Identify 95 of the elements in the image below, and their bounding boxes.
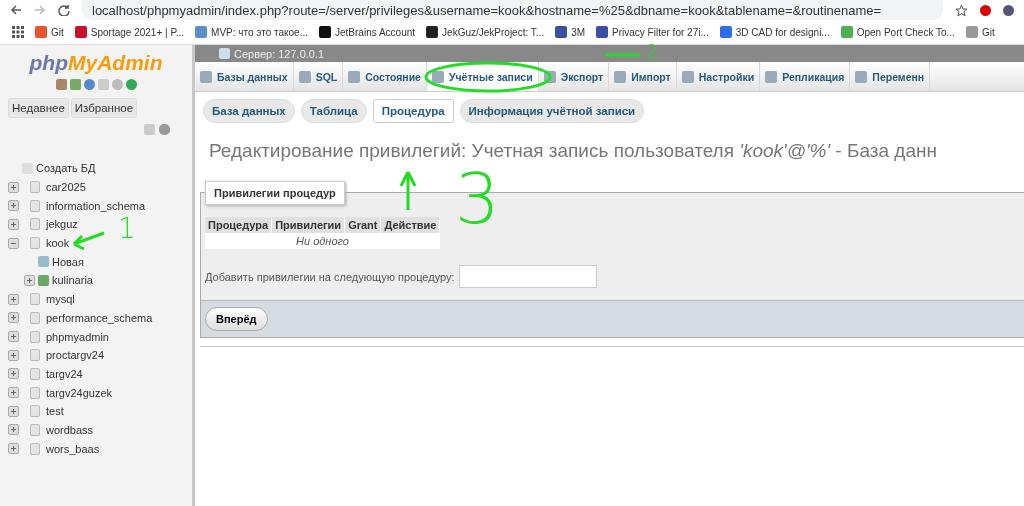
table-cell: Ни одного [205, 233, 440, 249]
subtab[interactable]: Информация учётной записи [459, 99, 645, 123]
database-icon [30, 349, 40, 362]
tab[interactable]: Импорт [609, 62, 677, 91]
tab-icon [298, 70, 311, 83]
tab[interactable]: Состояние [343, 62, 427, 91]
annotation-digit: 1 [118, 212, 136, 245]
expand-icon[interactable] [8, 181, 19, 193]
tab[interactable]: Переменн [850, 62, 931, 91]
expand-icon[interactable] [8, 405, 19, 417]
nav-button[interactable]: Избранное [70, 98, 138, 118]
bookmark[interactable]: Git [35, 26, 64, 38]
tab-icon [765, 70, 778, 83]
expand-icon[interactable] [8, 349, 19, 361]
bookmark[interactable]: JekGuz/JekProject: T... [426, 26, 545, 38]
bookmark[interactable]: Git [965, 26, 995, 38]
bookmark[interactable]: 3D CAD for designi... [719, 26, 830, 38]
tree-item[interactable]: performance_schema [46, 311, 153, 324]
database-icon [30, 442, 40, 455]
database-icon [30, 330, 40, 343]
bookmark[interactable]: MVP: что это такое... [195, 26, 309, 38]
annotation-digit: 2 [646, 40, 659, 62]
expand-icon[interactable] [8, 387, 19, 399]
column-header: Действие [381, 217, 440, 233]
logo: phpMyAdmin [28, 51, 164, 75]
expand-icon[interactable] [24, 274, 35, 286]
tree-item[interactable]: wordbass [46, 423, 94, 436]
bookmark[interactable]: Privacy Filter for 27i... [596, 26, 709, 38]
subtab[interactable]: База данных [203, 99, 295, 123]
column-header: Grant [344, 217, 381, 233]
star-icon[interactable] [955, 3, 968, 17]
expand-icon[interactable] [8, 368, 19, 380]
collapse-icon[interactable] [8, 237, 19, 249]
tree-item[interactable]: targv24guzek [46, 386, 113, 399]
column-header: Процедура [205, 217, 272, 233]
expand-icon[interactable] [8, 424, 19, 436]
tree-item[interactable]: information_schema [46, 199, 146, 212]
tree-item[interactable]: car2025 [46, 181, 86, 194]
expand-icon[interactable] [8, 443, 19, 455]
annotation-arrow [399, 170, 417, 212]
expand-icon[interactable] [8, 293, 19, 305]
address-field[interactable]: localhost/phpmyadmin/index.php?route=/server/privileges&username=kook&hostname=%25&dbname=kook&tablename=&routinename= [82, 0, 943, 20]
apps-icon[interactable] [12, 26, 24, 38]
tab-icon [200, 70, 212, 83]
tree-item[interactable]: targv24 [46, 367, 83, 380]
submit-button[interactable]: Вперёд [205, 307, 268, 331]
bookmark[interactable]: 3M [555, 26, 586, 38]
tree-item[interactable]: kulinaria [52, 274, 93, 287]
database-icon [30, 218, 40, 231]
tree-item[interactable]: test [46, 405, 64, 418]
tab[interactable]: Базы данных [195, 62, 294, 91]
field-label: Добавить привилегии на следующую процедуру: [205, 270, 455, 283]
tree-item[interactable]: jekguz [46, 218, 78, 231]
fieldset-legend: Привилегии процедур [205, 181, 345, 205]
database-icon [30, 311, 40, 324]
nav-button[interactable]: Недавнее [8, 98, 69, 118]
expand-icon[interactable] [8, 312, 19, 324]
database-icon [30, 199, 40, 212]
tree-item[interactable]: Создать БД [36, 162, 96, 175]
database-icon [30, 367, 40, 380]
annotation-line [605, 53, 640, 57]
tree-item[interactable]: wors_baas [46, 442, 100, 455]
database-icon [30, 237, 40, 250]
tree-item[interactable]: phpmyadmin [46, 330, 109, 343]
database-icon [30, 405, 40, 418]
server-title: Сервер: 127.0.0.1 [234, 47, 325, 60]
tree-item[interactable]: mysql [46, 293, 75, 306]
input-field[interactable] [458, 265, 597, 288]
tree-item[interactable]: Новая [52, 255, 84, 268]
database-icon [30, 181, 40, 194]
tab[interactable]: Экспорт [538, 62, 610, 91]
expand-icon[interactable] [8, 218, 19, 230]
database-icon [30, 386, 40, 399]
subtab[interactable]: Процедура [372, 99, 454, 123]
tab[interactable]: Настройки [676, 62, 761, 91]
subtab[interactable]: Таблица [300, 99, 367, 123]
bookmark[interactable]: Sportage 2021+ | P... [74, 26, 185, 38]
tab[interactable]: Репликация [760, 62, 851, 91]
expand-icon[interactable] [8, 331, 19, 343]
database-icon [30, 423, 40, 436]
bookmark[interactable]: Open Port Check To... [840, 26, 955, 38]
tab-icon [614, 70, 627, 83]
tree-item[interactable]: kook [46, 237, 70, 250]
annotation-arrow [72, 231, 106, 251]
tab-icon [348, 70, 361, 83]
expand-icon[interactable] [8, 200, 19, 212]
tab-icon [681, 70, 694, 83]
bookmark[interactable]: JetBrains Account [319, 26, 416, 38]
tree-item[interactable]: proctargv24 [46, 349, 105, 362]
back-icon[interactable] [10, 4, 22, 16]
tab[interactable]: SQL [293, 62, 344, 91]
server-icon [219, 48, 230, 59]
column-header: Привилегии [271, 217, 345, 233]
tab-icon [855, 70, 868, 83]
database-icon [30, 293, 40, 306]
